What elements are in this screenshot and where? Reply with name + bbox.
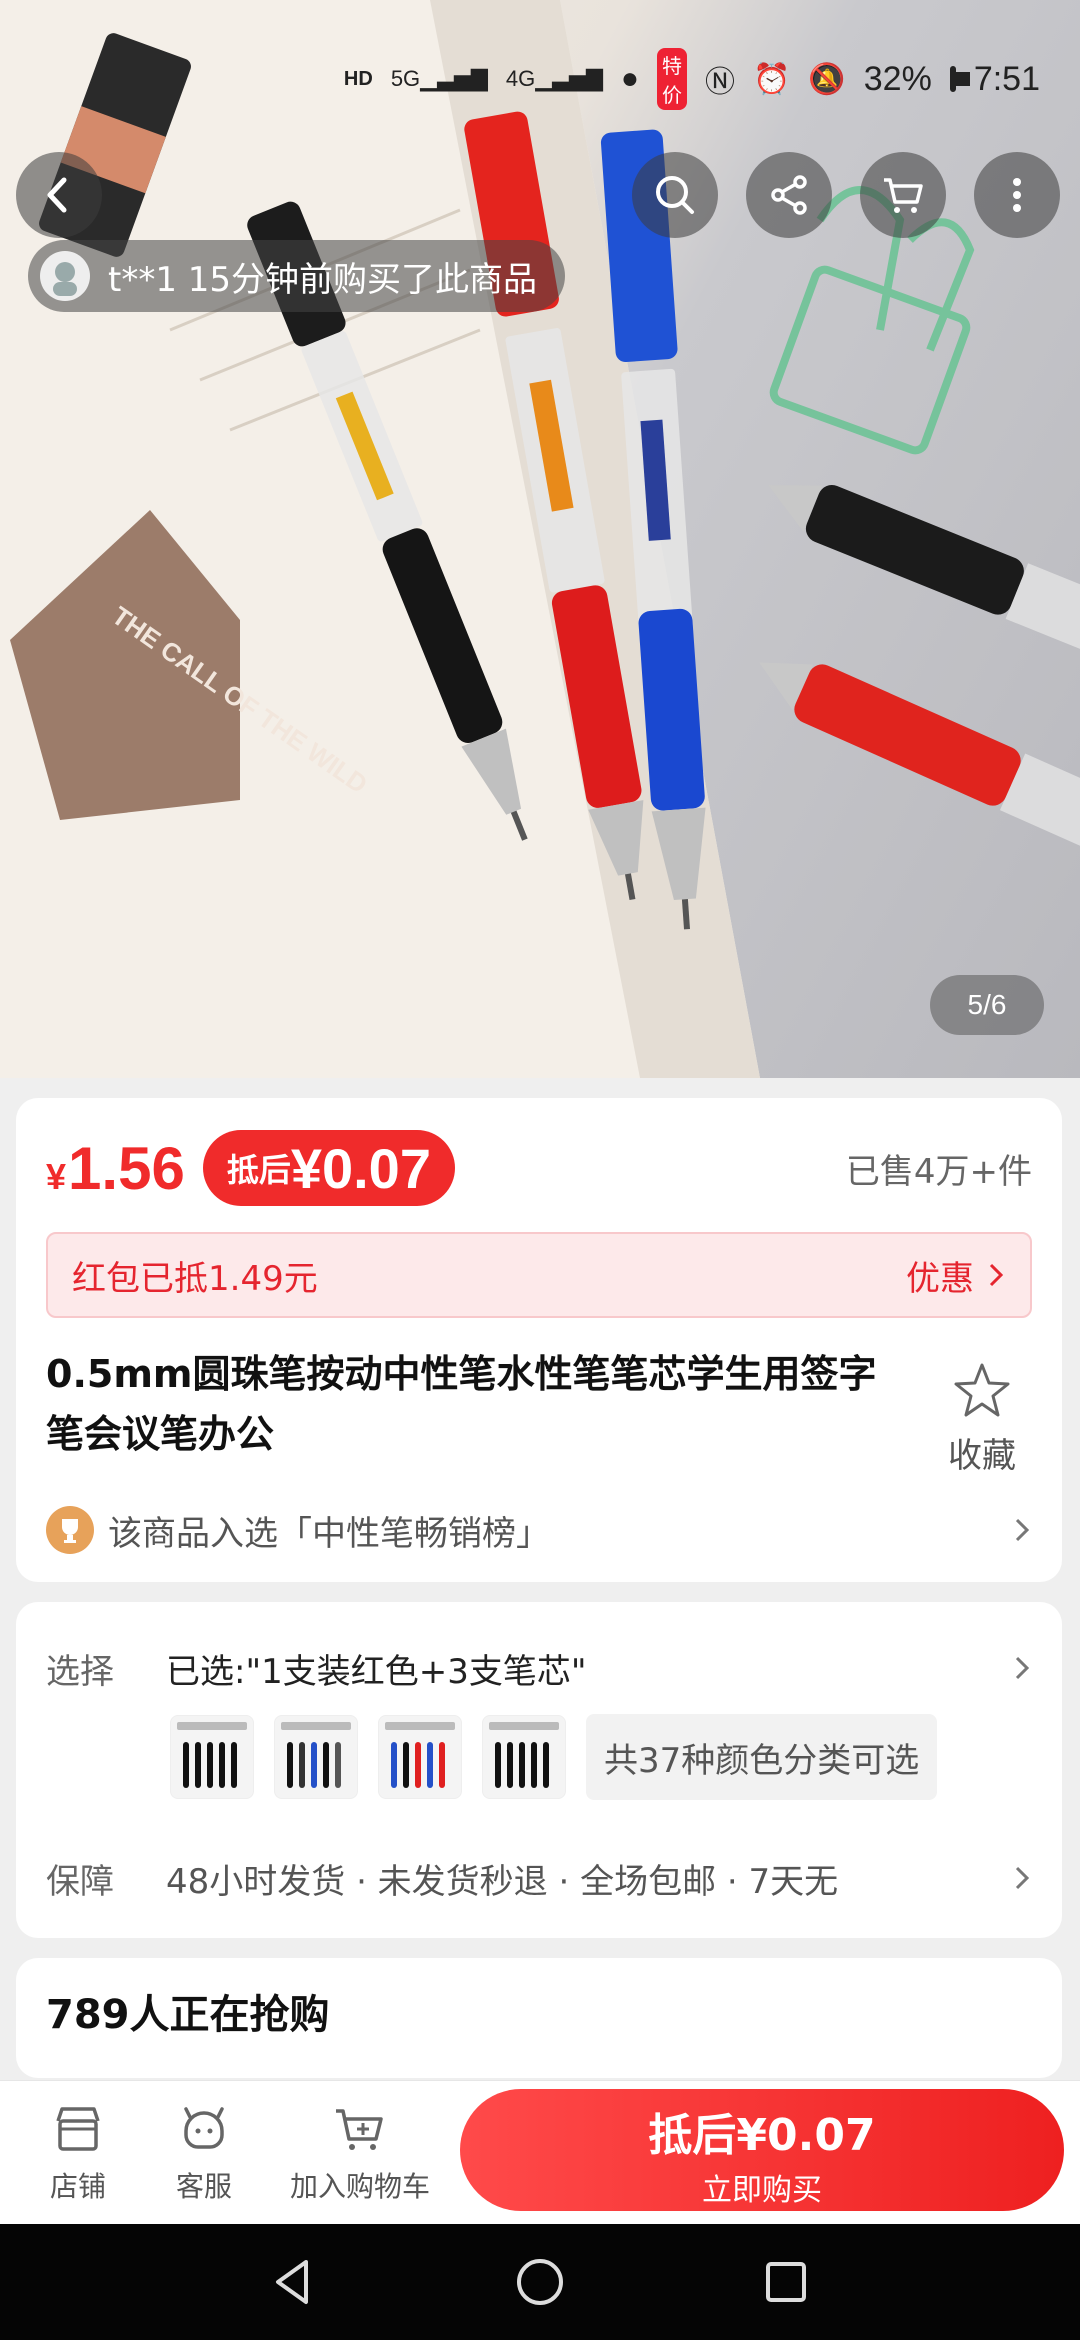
customer-service-label: 客服 — [175, 2170, 232, 2203]
add-cart-icon — [336, 2109, 383, 2150]
clock: 7:51 — [973, 59, 1040, 98]
avatar — [40, 251, 90, 301]
customer-service-icon — [184, 2107, 224, 2149]
deducted-label: 抵后 — [226, 1151, 291, 1189]
coupon-bar[interactable]: 红包已抵1.49元 优惠 — [46, 1232, 1032, 1318]
nav-recents-icon[interactable] — [758, 2254, 814, 2310]
coupon-text: 红包已抵1.49元 — [72, 1258, 318, 1299]
product-title: 0.5mm圆珠笔按动中性笔水性笔笔芯学生用签字笔会议笔办公 — [46, 1352, 877, 1456]
options-card: 选择 已选:"1支装红色+3支笔芯" 共37种颜色分类可选 保障 48小时发货 … — [16, 1602, 1062, 1938]
variant-thumbnail[interactable] — [170, 1715, 254, 1799]
selection-label: 选择 — [46, 1651, 114, 1692]
guarantee-row[interactable]: 保障 48小时发货 · 未发货秒退 · 全场包邮 · 7天无 — [46, 1848, 1032, 1908]
cart-button[interactable] — [860, 152, 946, 238]
ranking-text: 该商品入选「中性笔畅销榜」 — [108, 1513, 550, 1554]
qq-icon: ● — [620, 62, 640, 95]
favorite-label: 收藏 — [948, 1436, 1016, 1476]
nav-home-icon[interactable] — [512, 2254, 568, 2310]
lying-pens — [768, 485, 1080, 664]
deducted-price-badge: 抵后 ¥0.07 — [202, 1130, 455, 1206]
sold-count: 已售4万+件 — [845, 1151, 1032, 1192]
battery-percent: 32% — [863, 59, 932, 98]
share-button[interactable] — [746, 152, 832, 238]
price-amount: 1.56 — [68, 1134, 185, 1202]
deducted-amount: ¥0.07 — [290, 1136, 431, 1200]
hd-icon: HD — [343, 67, 373, 90]
chevron-right-icon — [989, 1263, 1004, 1287]
shop-button[interactable]: 店铺 — [8, 2101, 148, 2205]
lying-pens-red — [759, 662, 1080, 868]
image-counter: 5/6 — [930, 975, 1044, 1035]
signal-4g-icon: 4G ▁▃▅▇ — [505, 66, 603, 91]
star-icon — [954, 1363, 1010, 1417]
chevron-right-icon — [1015, 1518, 1030, 1542]
signal-5g-icon: 5G ▁▃▅▇ — [390, 66, 488, 91]
buy-now-button[interactable]: 抵后¥0.07 立即购买 — [460, 2089, 1064, 2211]
product-price: ¥ 1.56 — [46, 1134, 185, 1203]
selection-row[interactable]: 选择 已选:"1支装红色+3支笔芯" — [46, 1638, 1032, 1698]
alarm-icon: ⏰ — [753, 62, 791, 96]
system-navigation-bar — [0, 2224, 1080, 2340]
selection-value: 已选:"1支装红色+3支笔芯" — [166, 1651, 587, 1692]
cart-icon — [884, 178, 923, 213]
mute-icon: 🔕 — [808, 62, 846, 96]
back-icon — [47, 177, 67, 213]
share-icon — [771, 175, 807, 215]
back-button[interactable] — [16, 152, 102, 238]
coupon-action: 优惠 — [906, 1258, 974, 1299]
shop-icon — [56, 2107, 100, 2151]
rush-buying-count: 789人正在抢购 — [46, 1992, 330, 2038]
color-count-tag[interactable]: 共37种颜色分类可选 — [586, 1714, 938, 1800]
price-info-card: ¥ 1.56 抵后 ¥0.07 已售4万+件 红包已抵1.49元 优惠 0.5m… — [16, 1098, 1062, 1582]
guarantee-text: 48小时发货 · 未发货秒退 · 全场包邮 · 7天无 — [166, 1861, 839, 1902]
product-image-carousel[interactable]: THE CALL OF THE WILD HD 5G ▁▃▅▇ 4G ▁▃▅▇ … — [0, 0, 1080, 1078]
customer-service-button[interactable]: 客服 — [134, 2101, 274, 2205]
battery-icon — [949, 66, 970, 92]
rush-buying-card: 789人正在抢购 — [16, 1958, 1062, 2078]
guarantee-label: 保障 — [46, 1861, 114, 1902]
chevron-right-icon — [1015, 1866, 1030, 1890]
recent-buyer-text: t**1 15分钟前购买了此商品 — [108, 259, 538, 300]
shop-label: 店铺 — [49, 2170, 106, 2203]
search-button[interactable] — [632, 152, 718, 238]
add-to-cart-button[interactable]: 加入购物车 — [290, 2101, 430, 2205]
variant-thumbnail[interactable] — [378, 1715, 462, 1799]
status-bar: HD 5G ▁▃▅▇ 4G ▁▃▅▇ ● 特价 Ⓝ ⏰ 🔕 32% 7:51 — [344, 44, 1040, 114]
recent-buyer-toast: t**1 15分钟前购买了此商品 — [28, 240, 566, 312]
trophy-icon — [46, 1506, 94, 1554]
variant-thumbnails: 共37种颜色分类可选 — [170, 1714, 938, 1800]
buy-now-price: 抵后¥0.07 — [648, 2110, 876, 2161]
currency-symbol: ¥ — [46, 1155, 67, 1197]
favorite-button[interactable]: 收藏 — [932, 1360, 1032, 1477]
variant-thumbnail[interactable] — [274, 1715, 358, 1799]
ranking-row[interactable]: 该商品入选「中性笔畅销榜」 — [46, 1500, 1032, 1560]
buy-now-label: 立即购买 — [702, 2173, 822, 2208]
nfc-icon: Ⓝ — [705, 66, 736, 99]
promo-app-icon: 特价 — [657, 48, 688, 110]
bottom-action-bar: 店铺 客服 加入购物车 抵后¥0.07 立即购买 — [0, 2080, 1080, 2224]
variant-thumbnail[interactable] — [482, 1715, 566, 1799]
nav-back-icon[interactable] — [266, 2254, 322, 2310]
chevron-right-icon — [1015, 1656, 1030, 1680]
more-icon — [1013, 178, 1021, 212]
more-button[interactable] — [974, 152, 1060, 238]
add-to-cart-label: 加入购物车 — [290, 2170, 431, 2203]
search-icon — [656, 176, 694, 214]
